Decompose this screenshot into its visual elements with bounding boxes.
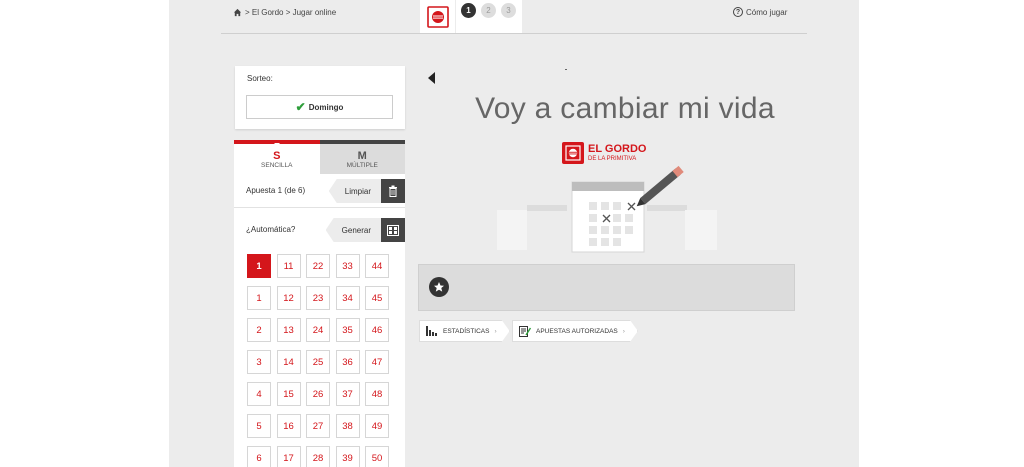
number-cell[interactable]: 4 (247, 382, 271, 406)
number-cell[interactable]: 47 (365, 350, 389, 374)
help-label: Cómo jugar (746, 7, 788, 17)
number-cell[interactable]: 5 (247, 414, 271, 438)
draw-selector-card: Sorteo: ✔ Domingo (235, 66, 405, 129)
number-cell[interactable]: 12 (276, 286, 301, 310)
automatica-label: ¿Automática? (246, 225, 296, 234)
number-cell[interactable]: 23 (306, 286, 330, 310)
number-cell[interactable]: 34 (335, 286, 360, 310)
stats-link[interactable]: ESTADÍSTICAS › (419, 320, 510, 342)
clear-button[interactable]: Limpiar (328, 179, 381, 203)
authorized-bets-link[interactable]: APUESTAS AUTORIZADAS › (512, 320, 638, 342)
number-cell[interactable]: 1 (247, 286, 271, 310)
number-cell[interactable]: 2 (247, 318, 271, 342)
tab-multiple[interactable]: M MÚLTIPLE (319, 140, 405, 174)
number-cell[interactable]: 24 (306, 318, 330, 342)
brand-logo[interactable] (420, 0, 455, 33)
number-cell[interactable]: 11 (276, 254, 301, 278)
number-cell[interactable]: 27 (306, 414, 330, 438)
trash-icon[interactable] (381, 179, 405, 203)
number-cell[interactable]: 39 (335, 446, 360, 467)
step-2: 2 (481, 3, 496, 18)
step-1: 1 (461, 3, 476, 18)
number-cell[interactable]: 46 (365, 318, 389, 342)
number-cell[interactable]: 37 (335, 382, 360, 406)
apuesta-row: Apuesta 1 (de 6) Limpiar (234, 174, 405, 208)
draw-day-label: Domingo (308, 102, 344, 112)
number-cell[interactable]: 17 (276, 446, 301, 467)
bar-chart-icon (426, 326, 438, 336)
tab-sencilla[interactable]: S SENCILLA (234, 140, 320, 174)
stats-label: ESTADÍSTICAS (443, 327, 490, 335)
star-icon[interactable] (429, 277, 449, 297)
tab-label: SENCILLA (261, 161, 293, 169)
number-cell[interactable]: 28 (306, 446, 330, 467)
brand-line1: EL GORDO (588, 142, 647, 155)
number-cell[interactable]: 45 (365, 286, 389, 310)
question-icon: ? (733, 7, 743, 17)
step-3: 3 (501, 3, 516, 18)
el-gordo-logo-icon (426, 5, 449, 28)
help-link[interactable]: ? Cómo jugar (733, 7, 787, 17)
number-cell[interactable]: 36 (335, 350, 360, 374)
number-cell[interactable]: 1 (247, 254, 271, 278)
number-cell[interactable]: 25 (306, 350, 330, 374)
number-cell[interactable]: 49 (365, 414, 389, 438)
number-cell[interactable]: 44 (365, 254, 389, 278)
number-cell[interactable]: 26 (306, 382, 330, 406)
breadcrumb: > El Gordo > Jugar online (233, 8, 336, 17)
apuesta-label: Apuesta 1 (de 6) (246, 186, 306, 195)
generate-button[interactable]: Generar (325, 218, 381, 242)
edit-list-icon (519, 326, 531, 337)
chevron-right-icon: › (494, 327, 497, 335)
number-cell[interactable]: 3 (247, 350, 271, 374)
number-cell[interactable]: 33 (335, 254, 360, 278)
divider-dot (565, 69, 567, 70)
number-cell[interactable]: 35 (335, 318, 360, 342)
number-cell[interactable]: 13 (276, 318, 301, 342)
number-cell[interactable]: 16 (276, 414, 301, 438)
grid-icon[interactable] (381, 218, 405, 242)
bet-type-tabs: S SENCILLA M MÚLTIPLE (234, 140, 405, 174)
chevron-right-icon: › (622, 327, 625, 335)
home-icon[interactable] (233, 8, 242, 17)
back-arrow-icon[interactable] (428, 72, 435, 84)
number-grid: 1 11 22 33 44 1 12 23 34 45 2 13 24 35 46 3 14 25 36 47 4 15 2… (247, 254, 389, 467)
number-cell[interactable]: 22 (306, 254, 330, 278)
info-bar (418, 264, 795, 311)
step-indicator: 1 2 3 (456, 0, 522, 33)
tab-label: MÚLTIPLE (346, 161, 378, 169)
tab-letter: M (357, 149, 367, 162)
number-cell[interactable]: 15 (276, 382, 301, 406)
header-divider (221, 33, 807, 34)
number-cell[interactable]: 6 (247, 446, 271, 467)
number-cell[interactable]: 48 (365, 382, 389, 406)
ticket-illustration (497, 165, 717, 253)
number-cell[interactable]: 14 (276, 350, 301, 374)
tab-letter: S (273, 149, 281, 162)
draw-label: Sorteo: (247, 74, 273, 83)
draw-day-button[interactable]: ✔ Domingo (246, 95, 393, 119)
number-cell[interactable]: 50 (365, 446, 389, 467)
authorized-bets-label: APUESTAS AUTORIZADAS (536, 327, 618, 335)
number-cell[interactable]: 38 (335, 414, 360, 438)
breadcrumb-text[interactable]: > El Gordo > Jugar online (245, 8, 336, 17)
check-icon: ✔ (295, 100, 306, 114)
headline: Voy a cambiar mi vida (475, 92, 775, 125)
bet-card: S SENCILLA M MÚLTIPLE Apuesta 1 (de 6) L… (234, 140, 405, 467)
automatica-row: ¿Automática? Generar (234, 213, 405, 247)
